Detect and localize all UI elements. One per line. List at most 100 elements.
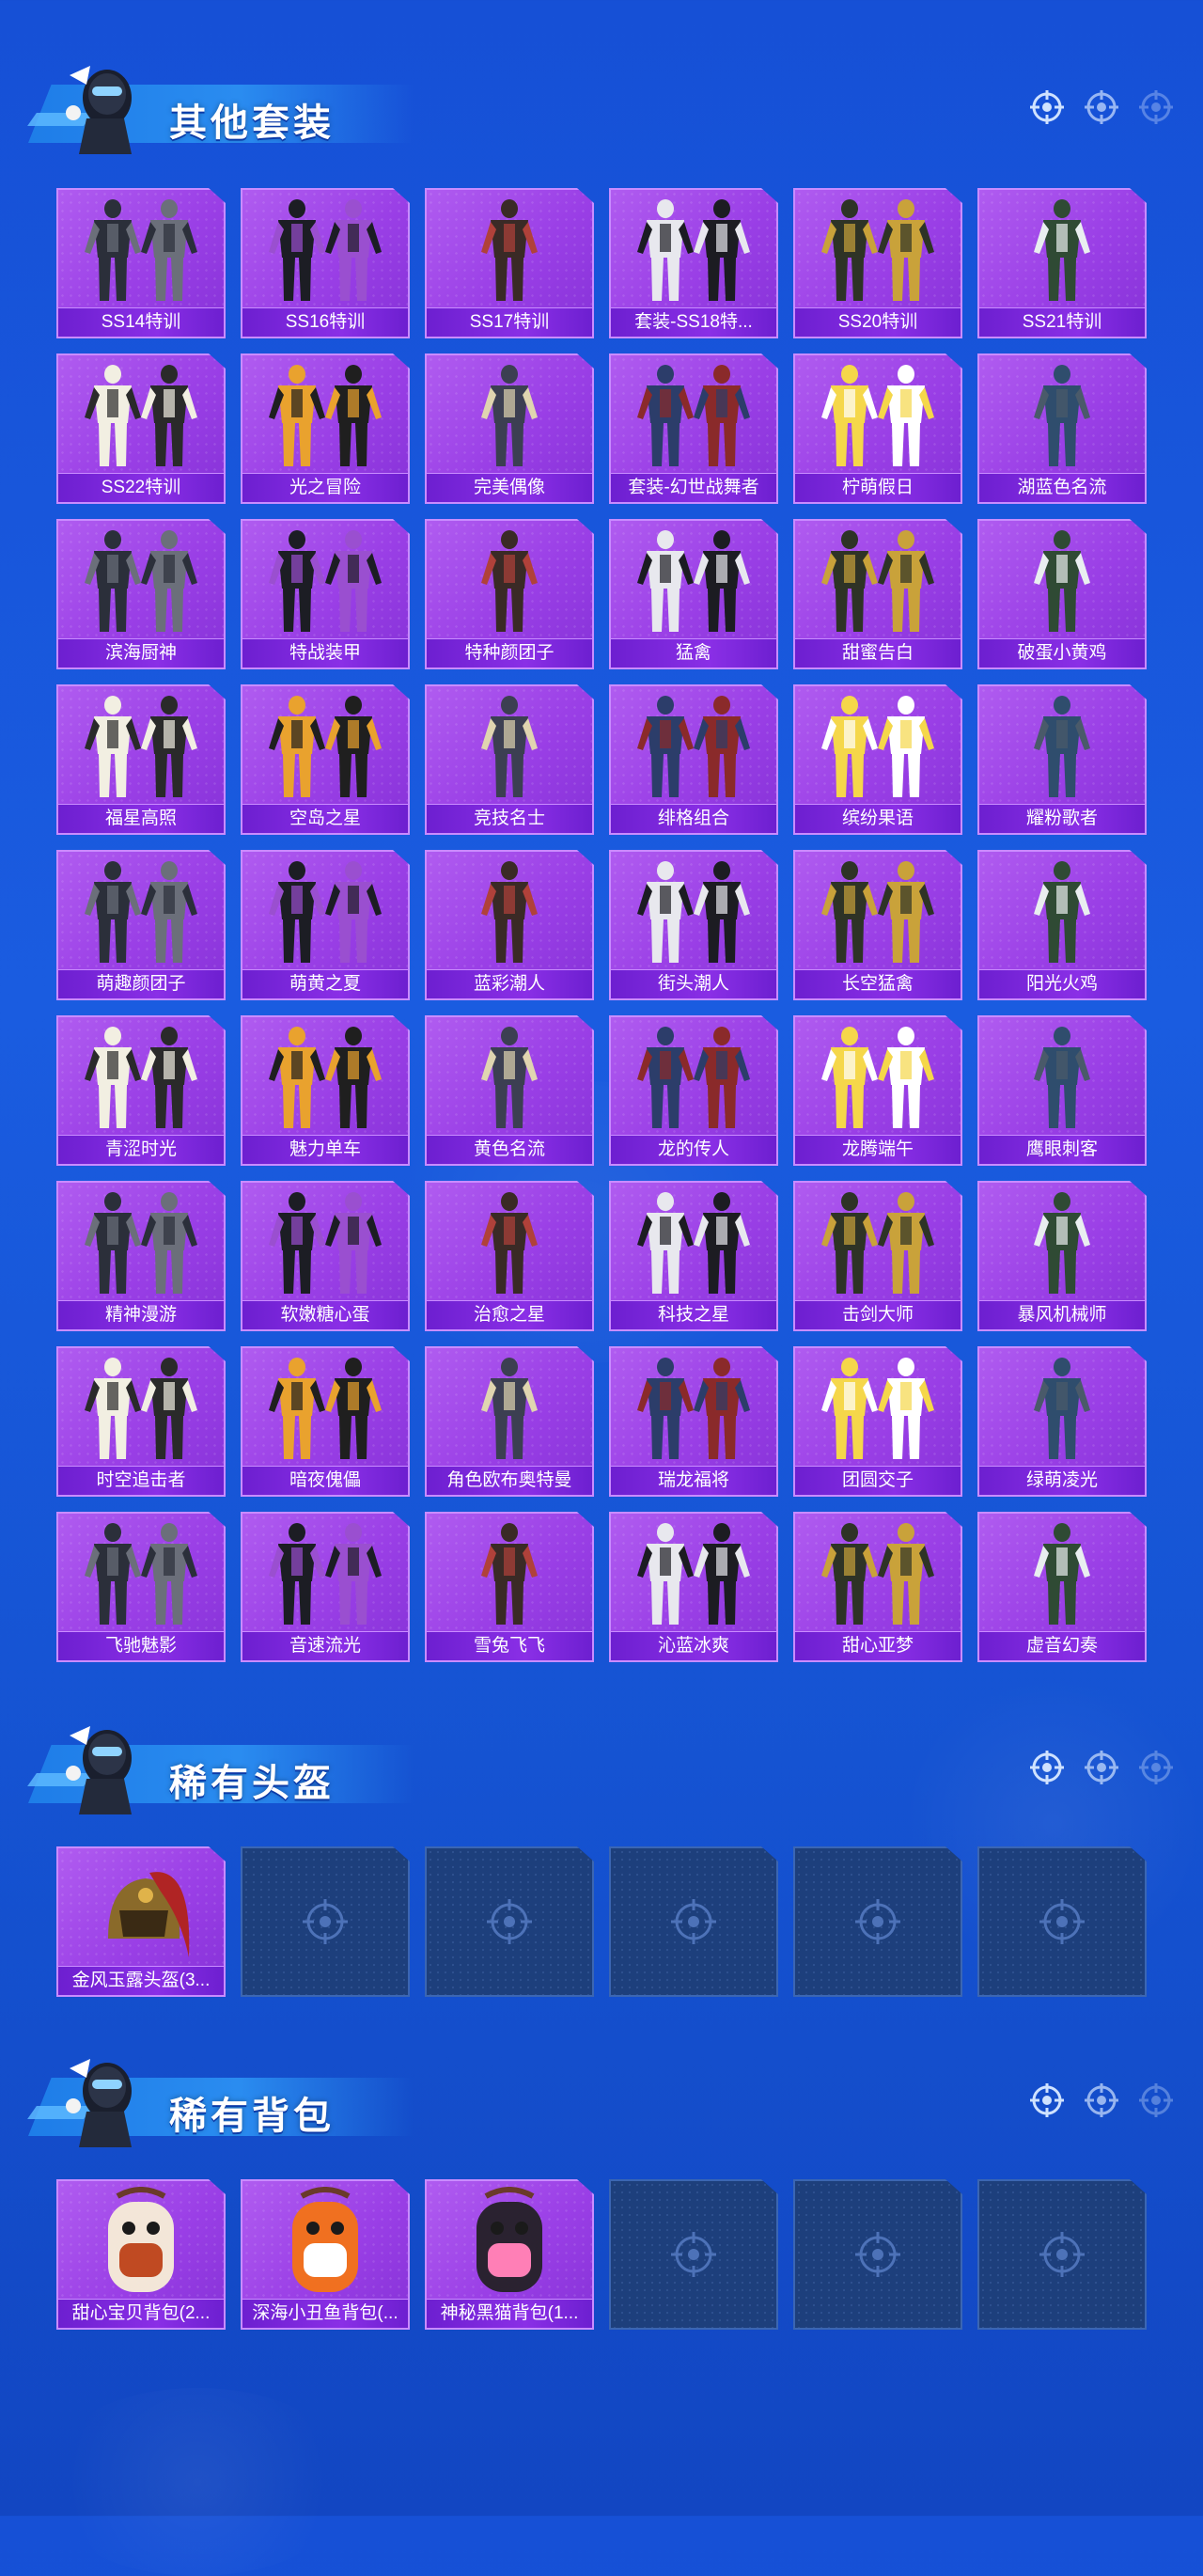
empty-slot — [793, 2179, 962, 2330]
outfit-thumbnail-icon — [821, 1027, 934, 1128]
item-card[interactable]: 阳光火鸡 — [977, 850, 1147, 1000]
item-thumbnail — [979, 1186, 1145, 1303]
item-label: SS20特训 — [795, 307, 961, 337]
item-card[interactable]: 猛禽 — [609, 519, 778, 669]
item-card[interactable]: 光之冒险 — [241, 353, 410, 504]
item-card[interactable]: SS14特训 — [56, 188, 226, 338]
item-label: 精神漫游 — [58, 1300, 224, 1329]
item-label: 科技之星 — [611, 1300, 776, 1329]
item-label: 金风玉露头盔(3... — [58, 1966, 224, 1995]
item-thumbnail — [611, 359, 776, 476]
item-card[interactable]: 科技之星 — [609, 1181, 778, 1331]
item-thumbnail — [979, 1021, 1145, 1138]
item-card[interactable]: 音速流光 — [241, 1512, 410, 1662]
item-label: 魅力单车 — [242, 1135, 408, 1164]
item-card[interactable]: 瑞龙福将 — [609, 1346, 778, 1497]
crosshair-icon — [487, 1899, 532, 1944]
item-card[interactable]: 软嫩糖心蛋 — [241, 1181, 410, 1331]
item-card[interactable]: 暗夜傀儡 — [241, 1346, 410, 1497]
item-card[interactable]: 魅力单车 — [241, 1015, 410, 1166]
item-thumbnail — [58, 1352, 224, 1469]
item-thumbnail — [427, 1517, 592, 1634]
item-card[interactable]: 鹰眼刺客 — [977, 1015, 1147, 1166]
item-card[interactable]: 街头潮人 — [609, 850, 778, 1000]
item-label: 街头潮人 — [611, 969, 776, 998]
item-thumbnail — [795, 359, 961, 476]
item-card[interactable]: 湖蓝色名流 — [977, 353, 1147, 504]
item-card[interactable]: 缤纷果语 — [793, 684, 962, 835]
outfit-thumbnail-icon — [269, 530, 382, 632]
item-thumbnail — [242, 856, 408, 972]
item-card[interactable]: 特种颜团子 — [425, 519, 594, 669]
item-card[interactable]: 套装-幻世战舞者 — [609, 353, 778, 504]
item-label: 龙腾端午 — [795, 1135, 961, 1164]
item-card[interactable]: 雪兔飞飞 — [425, 1512, 594, 1662]
item-label: 绯格组合 — [611, 804, 776, 833]
item-card[interactable]: 角色欧布奥特曼 — [425, 1346, 594, 1497]
item-thumbnail — [611, 1352, 776, 1469]
item-card[interactable]: 福星高照 — [56, 684, 226, 835]
item-card[interactable]: 甜蜜告白 — [793, 519, 962, 669]
item-card[interactable]: 蓝彩潮人 — [425, 850, 594, 1000]
item-card[interactable]: 柠萌假日 — [793, 353, 962, 504]
item-card[interactable]: 黄色名流 — [425, 1015, 594, 1166]
item-label: 甜心宝贝背包(2... — [58, 2299, 224, 2328]
item-card[interactable]: 治愈之星 — [425, 1181, 594, 1331]
item-card[interactable]: 竞技名士 — [425, 684, 594, 835]
item-card[interactable]: SS16特训 — [241, 188, 410, 338]
item-label: 甜心亚梦 — [795, 1631, 961, 1660]
item-card[interactable]: 耀粉歌者 — [977, 684, 1147, 835]
item-card[interactable]: SS22特训 — [56, 353, 226, 504]
item-card[interactable]: 龙腾端午 — [793, 1015, 962, 1166]
item-card[interactable]: 青涩时光 — [56, 1015, 226, 1166]
item-card[interactable]: 完美偶像 — [425, 353, 594, 504]
item-card[interactable]: 神秘黑猫背包(1... — [425, 2179, 594, 2330]
item-label: 特战装甲 — [242, 638, 408, 668]
item-card[interactable]: 暴风机械师 — [977, 1181, 1147, 1331]
item-card[interactable]: 甜心亚梦 — [793, 1512, 962, 1662]
item-card[interactable]: 金风玉露头盔(3... — [56, 1846, 226, 1997]
item-label: 竞技名士 — [427, 804, 592, 833]
item-label: 光之冒险 — [242, 473, 408, 502]
outfit-thumbnail-icon — [821, 530, 934, 632]
item-card[interactable]: 套装-SS18特... — [609, 188, 778, 338]
item-card[interactable]: SS21特训 — [977, 188, 1147, 338]
crosshair-icon — [1030, 1751, 1064, 1784]
item-card[interactable]: 沁蓝冰爽 — [609, 1512, 778, 1662]
item-thumbnail — [427, 359, 592, 476]
item-card[interactable]: 萌黄之夏 — [241, 850, 410, 1000]
item-card[interactable]: 虚音幻奏 — [977, 1512, 1147, 1662]
outfit-grid: SS14特训 SS16特训 SS17特训 套装-SS18特... SS20特训 SS21特… — [56, 188, 1147, 1662]
item-card[interactable]: 萌趣颜团子 — [56, 850, 226, 1000]
item-card[interactable]: SS20特训 — [793, 188, 962, 338]
item-label: 鹰眼刺客 — [979, 1135, 1145, 1164]
outfit-thumbnail-icon — [637, 1358, 750, 1459]
item-thumbnail — [242, 2185, 408, 2301]
item-thumbnail — [427, 690, 592, 807]
outfit-thumbnail-icon — [85, 1523, 197, 1625]
backpack-thumbnail-icon — [108, 2187, 174, 2292]
item-card[interactable]: 龙的传人 — [609, 1015, 778, 1166]
item-card[interactable]: 绯格组合 — [609, 684, 778, 835]
item-card[interactable]: 破蛋小黄鸡 — [977, 519, 1147, 669]
item-card[interactable]: 精神漫游 — [56, 1181, 226, 1331]
item-card[interactable]: 滨海厨神 — [56, 519, 226, 669]
item-label: 时空追击者 — [58, 1466, 224, 1495]
outfit-thumbnail-icon — [1034, 365, 1090, 466]
item-card[interactable]: 飞驰魅影 — [56, 1512, 226, 1662]
item-thumbnail — [58, 1852, 224, 1969]
item-card[interactable]: SS17特训 — [425, 188, 594, 338]
item-card[interactable]: 击剑大师 — [793, 1181, 962, 1331]
item-card[interactable]: 绿萌凌光 — [977, 1346, 1147, 1497]
item-card[interactable]: 团圆交子 — [793, 1346, 962, 1497]
item-card[interactable]: 空岛之星 — [241, 684, 410, 835]
item-card[interactable]: 特战装甲 — [241, 519, 410, 669]
item-label: SS16特训 — [242, 307, 408, 337]
item-card[interactable]: 长空猛禽 — [793, 850, 962, 1000]
item-label: 飞驰魅影 — [58, 1631, 224, 1660]
item-card[interactable]: 时空追击者 — [56, 1346, 226, 1497]
item-card[interactable]: 甜心宝贝背包(2... — [56, 2179, 226, 2330]
outfit-thumbnail-icon — [85, 1027, 197, 1128]
item-card[interactable]: 深海小丑鱼背包(... — [241, 2179, 410, 2330]
outfit-thumbnail-icon — [481, 1358, 538, 1459]
